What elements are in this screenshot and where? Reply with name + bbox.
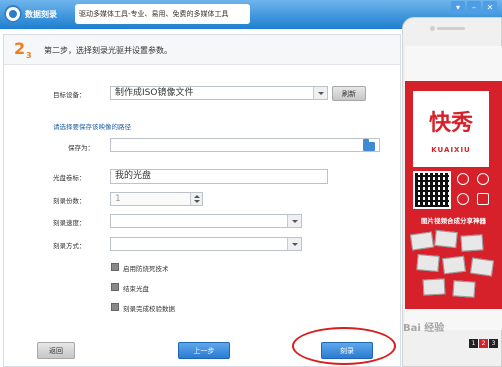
ad-page-3[interactable]: 3 xyxy=(489,339,498,348)
burn-button[interactable]: 刻录 xyxy=(321,342,373,359)
anti-burnout-checkbox[interactable] xyxy=(111,263,119,271)
ad-page-2[interactable]: 2 xyxy=(479,339,488,348)
app-slogan: 驱动多媒体工具-专业、易用、免费的多媒体工具 xyxy=(75,4,250,24)
chat-icon xyxy=(457,193,469,205)
ad-screen: 快秀 KUAIXIU 图片视频合成分享神器 xyxy=(405,46,502,330)
back-button[interactable]: 返回 xyxy=(37,342,75,359)
copies-spin-icon[interactable] xyxy=(190,193,202,205)
speed-dropdown-icon[interactable] xyxy=(287,215,301,227)
photo-thumbnail xyxy=(416,254,440,272)
ad-logo-text: 快秀 xyxy=(428,111,473,136)
ad-logo-subtitle: KUAIXIU xyxy=(431,146,471,154)
browse-folder-icon[interactable] xyxy=(363,139,375,151)
finalize-disc-checkbox[interactable] xyxy=(111,283,119,291)
save-path-hint: 请选择要保存该映像的路径 xyxy=(53,123,131,131)
step-total: 3 xyxy=(26,51,32,60)
photo-thumbnail xyxy=(442,255,466,275)
target-device-label: 目标设备： xyxy=(53,91,86,99)
verify-data-checkbox[interactable] xyxy=(111,303,119,311)
speed-select[interactable] xyxy=(110,214,302,228)
mode-select[interactable] xyxy=(110,237,302,251)
heart-icon xyxy=(457,173,469,185)
disc-label-input[interactable]: 我的光盘 xyxy=(110,169,328,184)
ad-logo: 快秀 KUAIXIU xyxy=(413,91,489,167)
ad-tagline: 图片视频合成分享神器 xyxy=(421,217,486,225)
target-device-dropdown-icon[interactable] xyxy=(313,87,327,99)
phone-speaker-icon xyxy=(437,27,465,30)
phone-ad[interactable]: 快秀 KUAIXIU 图片视频合成分享神器 1 2 3 xyxy=(398,0,502,367)
phone-camera-icon xyxy=(430,26,435,31)
ad-photo-collage xyxy=(409,229,499,305)
camera-icon xyxy=(477,193,489,205)
target-device-select[interactable]: 制作成ISO镜像文件 xyxy=(110,86,328,100)
baidu-jingyan-watermark: Bai 经验 xyxy=(403,323,445,334)
photo-thumbnail xyxy=(452,280,476,298)
copies-label: 刻录份数： xyxy=(53,197,86,205)
burn-settings-panel: 2 3 第二步，选择刻录光驱并设置参数。 目标设备： 制作成ISO镜像文件 刷新… xyxy=(3,34,401,367)
speed-label: 刻录速度： xyxy=(53,219,86,227)
photo-thumbnail xyxy=(469,257,495,277)
disc-label-label: 光盘卷标： xyxy=(53,174,86,182)
photo-thumbnail xyxy=(460,234,484,252)
mode-label: 刻录方式： xyxy=(53,242,86,250)
ad-feature-icons xyxy=(457,173,497,209)
photo-thumbnail xyxy=(409,231,435,251)
mode-dropdown-icon[interactable] xyxy=(287,238,301,250)
save-as-label: 保存为： xyxy=(68,144,94,152)
app-title: 数据刻录 xyxy=(25,10,57,19)
qr-code-icon xyxy=(413,171,451,209)
step-number: 2 xyxy=(14,39,26,58)
ad-banner-area[interactable]: 快秀 KUAIXIU 图片视频合成分享神器 xyxy=(405,81,502,309)
step-title: 第二步，选择刻录光驱并设置参数。 xyxy=(44,46,172,55)
anti-burnout-label: 启用防烧死技术 xyxy=(123,265,169,273)
refresh-button[interactable]: 刷新 xyxy=(332,86,366,101)
save-as-input[interactable] xyxy=(110,138,380,152)
verify-data-label: 刻录完成校验数据 xyxy=(123,305,175,313)
photo-thumbnail xyxy=(422,278,446,296)
previous-step-button[interactable]: 上一步 xyxy=(178,342,230,359)
ad-page-1[interactable]: 1 xyxy=(469,339,478,348)
finalize-disc-label: 结束光盘 xyxy=(123,285,149,293)
step-header: 2 3 第二步，选择刻录光驱并设置参数。 xyxy=(4,35,400,65)
photo-thumbnail xyxy=(434,229,458,249)
app-logo-icon xyxy=(4,5,22,23)
smile-icon xyxy=(477,173,489,185)
